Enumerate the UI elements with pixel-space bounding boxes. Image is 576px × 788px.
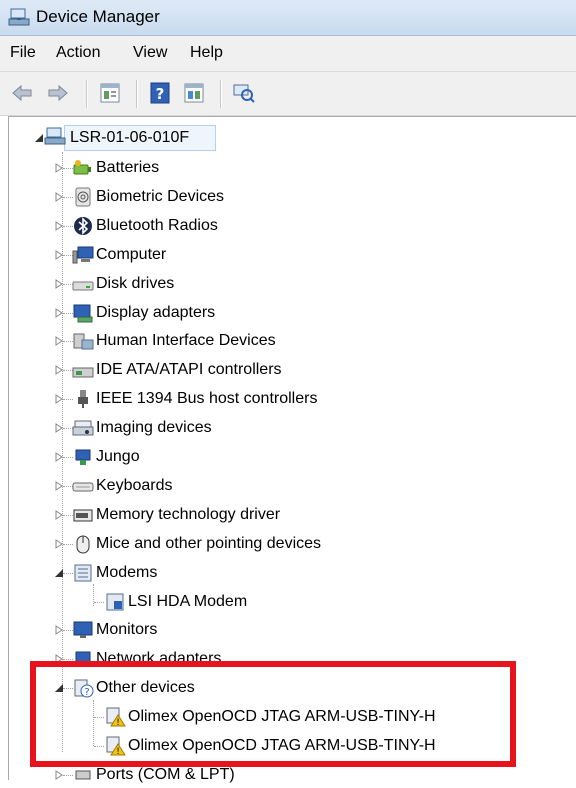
tree-item-label: Jungo [96,448,140,465]
memory-icon [73,509,93,522]
expand-arrow-icon[interactable] [54,625,64,636]
forward-arrow-icon[interactable] [46,81,70,105]
tree-item-label: Biometric Devices [96,187,225,205]
toolbar-separator [86,80,88,108]
highlight-box [30,661,516,767]
toolbar: ? [0,72,576,116]
tree-root-label[interactable]: LSR-01-06-010F [70,129,189,147]
tree-category-item[interactable]: Monitors [0,617,576,643]
update-driver-icon[interactable] [182,81,206,105]
tree-category-item[interactable]: Keyboards [0,473,576,499]
tree-category-item[interactable]: Computer [0,242,576,268]
ide-controller-icon [72,367,94,378]
expand-arrow-icon[interactable] [54,191,64,202]
tree-item-label: Imaging devices [96,419,212,437]
toolbar-separator [136,80,138,108]
expand-arrow-icon[interactable] [54,336,64,347]
window-title: Device Manager [36,7,160,26]
display-adapter-icon [73,304,93,322]
tree-item-label: Mice and other pointing devices [96,534,322,552]
expand-arrow-icon[interactable] [54,769,64,780]
menu-action[interactable]: Action [56,44,100,62]
tree-category-item[interactable]: IEEE 1394 Bus host controllers [0,386,576,412]
tree-item-label: Bluetooth Radios [96,216,218,234]
tree-category-item[interactable]: Jungo [0,444,576,470]
tree-item-label: IEEE 1394 Bus host controllers [96,390,318,408]
tree-category-item[interactable]: Disk drives [0,271,576,297]
properties-icon[interactable] [98,81,122,105]
scanner-icon [72,420,94,436]
computer-root-icon [44,127,66,145]
tree-item-label: LSI HDA Modem [128,592,248,610]
bluetooth-icon [74,216,92,235]
expand-arrow-icon[interactable] [54,249,64,260]
jungo-icon [75,449,91,465]
tree-item-label: Disk drives [96,274,175,292]
tree-category-item[interactable]: Imaging devices [0,415,576,441]
tree-guide-line [94,601,104,603]
hid-icon [73,333,94,350]
collapse-arrow-icon[interactable] [34,133,44,143]
firewire-icon [78,390,88,409]
tree-item-label: IDE ATA/ATAPI controllers [96,361,282,379]
tree-category-item[interactable]: Batteries [0,155,576,181]
tree-item-label: Ports (COM & LPT) [96,765,235,783]
menu-bar: File Action View Help [0,36,576,72]
tree-category-item[interactable]: Memory technology driver [0,502,576,528]
tree-item-label: Display adapters [96,303,216,321]
menu-help[interactable]: Help [190,44,223,62]
expand-arrow-icon[interactable] [54,220,64,231]
keyboard-icon [72,482,94,492]
tree-category-item[interactable]: Display adapters [0,300,576,326]
fingerprint-icon [75,187,91,207]
expand-arrow-icon[interactable] [54,163,64,173]
svg-text:?: ? [156,85,165,103]
mouse-icon [76,535,90,554]
expand-arrow-icon[interactable] [54,365,64,376]
tree-child-item[interactable]: LSI HDA Modem [0,589,576,615]
collapse-arrow-icon[interactable] [54,568,64,578]
tree-category-item[interactable]: Modems [0,560,576,586]
tree-category-item[interactable]: Biometric Devices [0,184,576,210]
expand-arrow-icon[interactable] [54,278,64,289]
expand-arrow-icon[interactable] [54,394,64,405]
disk-drive-icon [72,281,94,291]
tree-item-label: Batteries [96,159,160,176]
expand-arrow-icon[interactable] [54,423,64,434]
expand-arrow-icon[interactable] [54,452,64,462]
tree-item-label: Modems [96,563,158,581]
modem-icon [74,564,92,582]
tree-category-item[interactable]: Human Interface Devices [0,328,576,354]
back-arrow-icon[interactable] [10,81,34,105]
scan-hardware-icon[interactable] [232,81,256,105]
menu-view[interactable]: View [133,44,167,62]
device-manager-icon [8,8,30,26]
tree-item-label: Human Interface Devices [96,332,276,350]
expand-arrow-icon[interactable] [54,480,64,491]
expand-arrow-icon[interactable] [54,538,64,549]
expand-arrow-icon[interactable] [54,307,64,318]
port-icon [75,770,91,780]
tree-item-label: Keyboards [96,476,173,494]
tree-category-item[interactable]: Mice and other pointing devices [0,531,576,557]
computer-icon [72,246,94,264]
menu-file[interactable]: File [10,44,36,62]
battery-icon [73,160,91,175]
tree-item-label: Monitors [96,621,158,639]
tree-category-item[interactable]: Bluetooth Radios [0,213,576,239]
tree-item-label: Computer [96,245,167,263]
tree-category-item[interactable]: IDE ATA/ATAPI controllers [0,357,576,383]
monitor-icon [73,621,93,639]
expand-arrow-icon[interactable] [54,509,64,520]
help-icon[interactable]: ? [148,81,172,105]
title-bar: Device Manager [0,0,576,36]
tree-item-label: Memory technology driver [96,505,281,523]
toolbar-separator [220,80,222,108]
modem-device-icon [106,593,124,610]
